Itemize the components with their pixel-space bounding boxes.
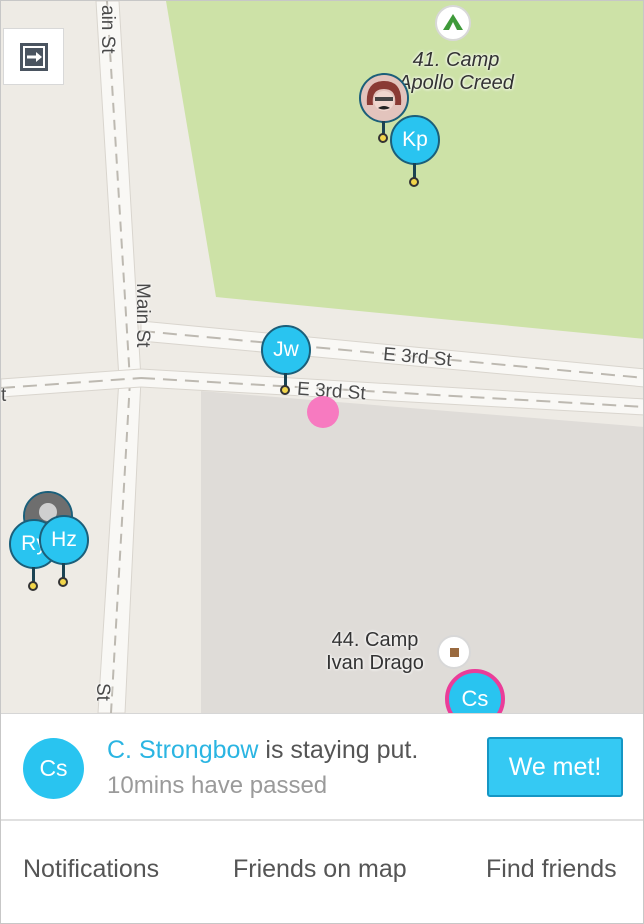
tab-find-friends[interactable]: Find friends bbox=[486, 855, 617, 884]
street-label-main-top: ain St bbox=[97, 5, 118, 54]
pin-initials-hz: Hz bbox=[39, 515, 89, 565]
tab-notifications[interactable]: Notifications bbox=[23, 855, 159, 884]
status-text: is staying put. bbox=[258, 736, 419, 764]
poi-label-camp-drago: 44. Camp Ivan Drago bbox=[317, 629, 433, 675]
poi-camp-apollo-line1: 41. Camp bbox=[412, 49, 500, 71]
square-icon[interactable] bbox=[437, 635, 471, 669]
collapse-panel-button[interactable] bbox=[3, 28, 64, 85]
street-label-main-bottom: St bbox=[92, 683, 113, 701]
street-label-main-mid: Main St bbox=[132, 283, 153, 348]
status-elapsed: 10mins have passed bbox=[107, 772, 328, 799]
pin-initials-jw: Jw bbox=[261, 325, 311, 375]
poi-label-camp-apollo: 41. Camp Apollo Creed bbox=[393, 49, 519, 95]
status-message: C. Strongbow is staying put. bbox=[107, 736, 418, 765]
map-base bbox=[1, 1, 643, 713]
avatar bbox=[359, 73, 409, 123]
tent-icon[interactable] bbox=[435, 5, 471, 41]
avatar[interactable]: Cs bbox=[23, 738, 84, 799]
street-label-left: t bbox=[1, 385, 7, 406]
friend-status-card: Cs C. Strongbow is staying put. 10mins h… bbox=[1, 713, 643, 819]
poi-camp-drago-line2: Ivan Drago bbox=[326, 652, 424, 674]
pin-initials-kp: Kp bbox=[390, 115, 440, 165]
app-frame: ain St Main St St E 3rd St E 3rd St t 41… bbox=[0, 0, 644, 924]
we-met-button[interactable]: We met! bbox=[487, 737, 623, 797]
main-st-road bbox=[95, 1, 142, 713]
poi-camp-drago-line1: 44. Camp bbox=[331, 629, 419, 651]
map-view[interactable]: ain St Main St St E 3rd St E 3rd St t 41… bbox=[1, 1, 643, 713]
tab-friends-on-map[interactable]: Friends on map bbox=[233, 855, 407, 884]
bottom-tab-bar: Notifications Friends on map Find friend… bbox=[1, 819, 643, 923]
current-location-dot bbox=[307, 396, 339, 428]
friend-name-link[interactable]: C. Strongbow bbox=[107, 736, 258, 764]
poi-camp-apollo-line2: Apollo Creed bbox=[398, 72, 514, 94]
exit-arrow-icon bbox=[19, 42, 48, 71]
